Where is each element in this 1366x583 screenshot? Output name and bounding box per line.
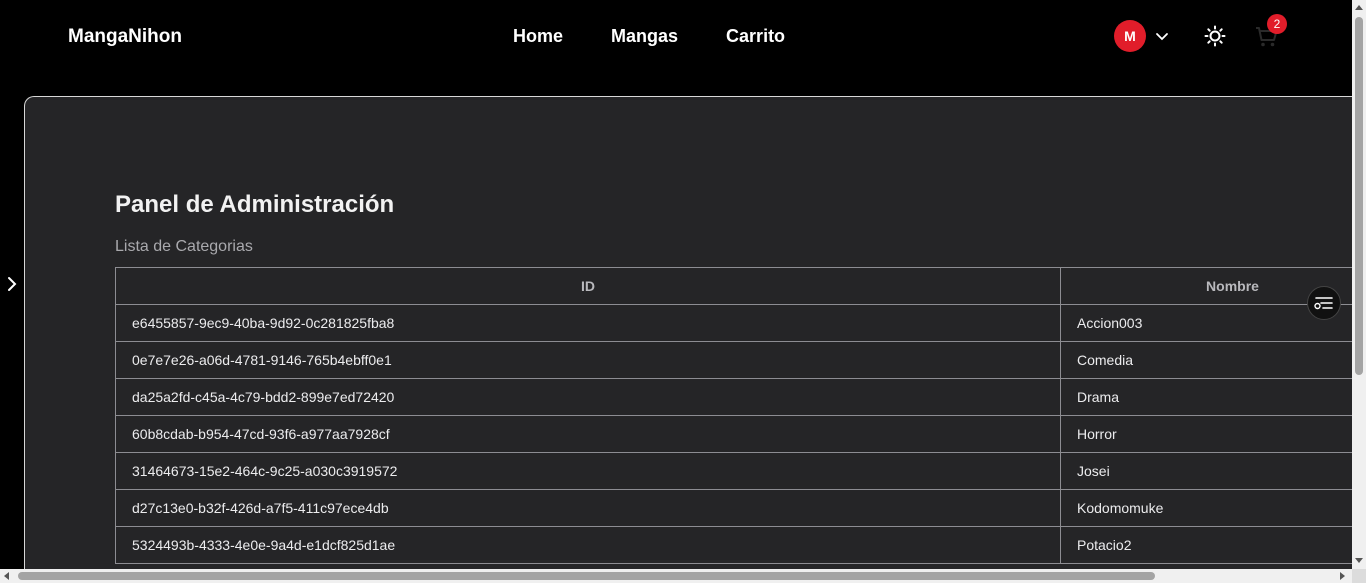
- chevron-right-icon[interactable]: [4, 274, 20, 294]
- nav-links: Home Mangas Carrito: [513, 26, 785, 47]
- table-header-row: ID Nombre: [115, 267, 1364, 305]
- table-caption: Lista de Categorias: [115, 238, 253, 255]
- scroll-down-arrow-icon[interactable]: [1355, 558, 1363, 563]
- nav-link-mangas[interactable]: Mangas: [611, 26, 678, 47]
- navbar: MangaNihon Home Mangas Carrito M 2: [0, 0, 1352, 72]
- scroll-up-arrow-icon[interactable]: [1355, 5, 1363, 10]
- table-row[interactable]: 0e7e7e26-a06d-4781-9146-765b4ebff0e1 Come…: [115, 341, 1364, 379]
- vertical-scrollbar-thumb[interactable]: [1355, 17, 1363, 375]
- cell-id: e6455857-9ec9-40ba-9d92-0c281825fba8: [115, 304, 1061, 342]
- cell-id: 60b8cdab-b954-47cd-93f6-a977aa7928cf: [115, 415, 1061, 453]
- page-title: Panel de Administración: [115, 191, 395, 218]
- cell-id: d27c13e0-b32f-426d-a7f5-411c97ece4db: [115, 489, 1061, 527]
- scroll-left-arrow-icon[interactable]: [4, 572, 9, 580]
- chevron-down-icon[interactable]: [1153, 27, 1171, 45]
- scroll-right-arrow-icon[interactable]: [1340, 572, 1345, 580]
- filter-list-icon: [1314, 297, 1333, 310]
- categories-table: ID Nombre e6455857-9ec9-40ba-9d92-0c2818…: [115, 267, 1364, 564]
- table-row[interactable]: da25a2fd-c45a-4c79-bdd2-899e7ed72420 Dram…: [115, 378, 1364, 416]
- table-row[interactable]: e6455857-9ec9-40ba-9d92-0c281825fba8 Acci…: [115, 304, 1364, 342]
- horizontal-scrollbar-thumb[interactable]: [18, 572, 1155, 580]
- cell-nombre: Comedia: [1060, 341, 1364, 379]
- sun-icon[interactable]: [1204, 25, 1226, 47]
- cell-id: 0e7e7e26-a06d-4781-9146-765b4ebff0e1: [115, 341, 1061, 379]
- scrollbar-corner: [1352, 569, 1366, 583]
- filter-button[interactable]: [1307, 286, 1341, 320]
- table-row[interactable]: 60b8cdab-b954-47cd-93f6-a977aa7928cf Horr…: [115, 415, 1364, 453]
- cart-count-badge: 2: [1267, 14, 1287, 34]
- column-header-id[interactable]: ID: [115, 267, 1061, 305]
- cell-nombre: Josei: [1060, 452, 1364, 490]
- cell-nombre: Potacio2: [1060, 526, 1364, 564]
- cell-id: 31464673-15e2-464c-9c25-a030c3919572: [115, 452, 1061, 490]
- nav-link-home[interactable]: Home: [513, 26, 563, 47]
- cell-nombre: Horror: [1060, 415, 1364, 453]
- brand-logo[interactable]: MangaNihon: [68, 26, 182, 48]
- cell-id: da25a2fd-c45a-4c79-bdd2-899e7ed72420: [115, 378, 1061, 416]
- table-row[interactable]: 31464673-15e2-464c-9c25-a030c3919572 Jose…: [115, 452, 1364, 490]
- table-row[interactable]: 5324493b-4333-4e0e-9a4d-e1dcf825d1ae Pota…: [115, 526, 1364, 564]
- cell-id: 5324493b-4333-4e0e-9a4d-e1dcf825d1ae: [115, 526, 1061, 564]
- admin-panel: Panel de Administración Lista de Categor…: [24, 96, 1364, 576]
- avatar[interactable]: M: [1114, 20, 1146, 52]
- nav-link-carrito[interactable]: Carrito: [726, 26, 785, 47]
- cell-nombre: Kodomomuke: [1060, 489, 1364, 527]
- cell-nombre: Drama: [1060, 378, 1364, 416]
- table-row[interactable]: d27c13e0-b32f-426d-a7f5-411c97ece4db Kodo…: [115, 489, 1364, 527]
